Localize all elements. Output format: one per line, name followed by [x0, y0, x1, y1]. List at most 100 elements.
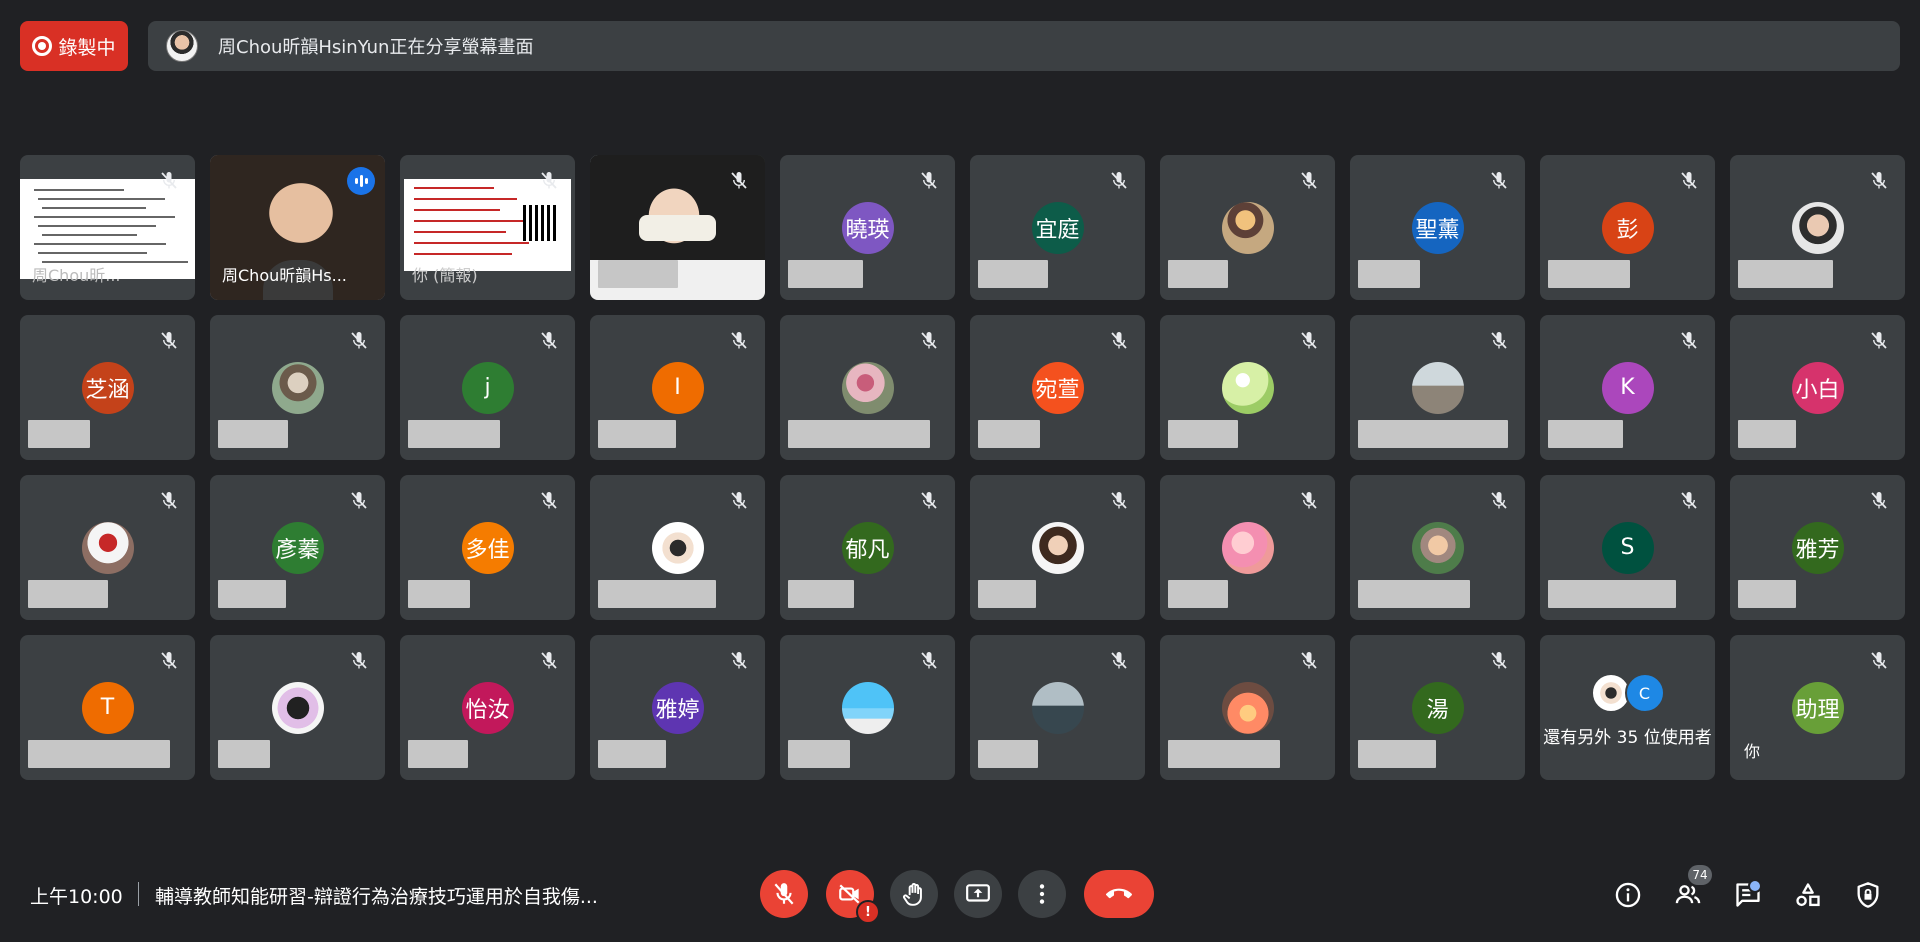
raise-hand-button[interactable] [890, 870, 938, 918]
participant-tile[interactable]: 周Chou昕... [20, 155, 195, 300]
participant-avatar: S [1601, 521, 1654, 574]
participant-tile[interactable] [780, 315, 955, 460]
name-redaction [218, 420, 288, 448]
participant-tile[interactable] [210, 635, 385, 780]
chat-button[interactable] [1726, 873, 1770, 917]
name-redaction [28, 580, 108, 608]
participant-tile[interactable] [1160, 635, 1335, 780]
name-redaction [788, 260, 863, 288]
participant-tile[interactable] [210, 315, 385, 460]
recording-label: 錄製中 [58, 36, 116, 59]
participant-tile[interactable]: 多佳 [400, 475, 575, 620]
participant-tile[interactable]: 聖薰 [1350, 155, 1525, 300]
others-avatar: C [1624, 673, 1665, 713]
participant-tile[interactable]: C 還有另外 35 位使用者 [1540, 635, 1715, 780]
participant-tile[interactable] [1160, 155, 1335, 300]
activities-button[interactable] [1786, 873, 1830, 917]
participant-avatar: 宜庭 [1031, 201, 1084, 254]
participant-photo-avatar [1221, 201, 1274, 254]
participant-tile[interactable] [1160, 315, 1335, 460]
name-redaction [408, 580, 470, 608]
participant-tile[interactable] [1350, 475, 1525, 620]
info-icon [1615, 882, 1641, 908]
mic-off-icon [921, 652, 937, 669]
call-end-icon [1106, 888, 1132, 899]
participant-tile[interactable] [1730, 155, 1905, 300]
mic-off-icon [1491, 492, 1507, 509]
participant-tile[interactable]: 雅芳 [1730, 475, 1905, 620]
participant-photo-avatar [1031, 521, 1084, 574]
participant-tile[interactable]: 彥蓁 [210, 475, 385, 620]
participant-name: 周Chou昕韻Hs... [222, 266, 347, 285]
participant-tile[interactable]: 彭 [1540, 155, 1715, 300]
microphone-toggle-button[interactable] [760, 870, 808, 918]
participant-grid: 周Chou昕... 周Chou昕韻Hs... 你 (簡報) 曉瑛 宜庭 聖薰 彭芝涵 j I 宛萱… [20, 155, 1905, 780]
participant-name: 周Chou昕... [32, 266, 121, 285]
name-redaction [218, 580, 286, 608]
mic-off-icon [774, 883, 794, 905]
participant-tile[interactable] [590, 475, 765, 620]
present-now-button[interactable] [954, 870, 1002, 918]
participant-tile[interactable]: 芝涵 [20, 315, 195, 460]
name-redaction [1168, 580, 1228, 608]
name-redaction [598, 580, 716, 608]
participant-tile[interactable]: 小白 [1730, 315, 1905, 460]
presenter-avatar [166, 30, 198, 62]
participant-tile[interactable] [780, 635, 955, 780]
participant-tile[interactable]: 郁凡 [780, 475, 955, 620]
recording-badge[interactable]: 錄製中 [20, 21, 128, 71]
mic-off-icon [351, 652, 367, 669]
mic-off-icon [1681, 172, 1697, 189]
you-label: 你 [1744, 742, 1761, 761]
mic-off-icon [161, 492, 177, 509]
participant-tile[interactable]: 怡汝 [400, 635, 575, 780]
participant-tile[interactable]: 周Chou昕韻Hs... [210, 155, 385, 300]
more-options-button[interactable] [1018, 870, 1066, 918]
participant-tile[interactable]: 曉瑛 [780, 155, 955, 300]
mic-off-icon [1301, 332, 1317, 349]
mic-off-icon [1301, 652, 1317, 669]
participant-tile[interactable] [970, 475, 1145, 620]
mic-off-icon [1301, 172, 1317, 189]
participant-tile[interactable] [590, 155, 765, 300]
record-icon [32, 36, 53, 56]
participant-tile[interactable]: 宛萱 [970, 315, 1145, 460]
camera-toggle-button[interactable]: ! [826, 870, 880, 924]
participant-tile[interactable] [1160, 475, 1335, 620]
name-redaction [1548, 420, 1623, 448]
mic-off-icon [541, 172, 557, 189]
mic-off-icon [731, 332, 747, 349]
participant-name: 你 (簡報) [412, 266, 478, 285]
name-redaction [1358, 740, 1436, 768]
participant-tile[interactable] [1350, 315, 1525, 460]
participant-tile[interactable]: 雅婷 [590, 635, 765, 780]
meeting-details-button[interactable] [1606, 873, 1650, 917]
participant-tile[interactable]: I [590, 315, 765, 460]
name-redaction [1548, 580, 1676, 608]
participant-tile[interactable] [20, 475, 195, 620]
name-redaction [1358, 260, 1420, 288]
participant-tile[interactable]: K [1540, 315, 1715, 460]
name-redaction [598, 740, 666, 768]
participant-photo-avatar [271, 681, 324, 734]
participant-tile[interactable]: 你 (簡報) [400, 155, 575, 300]
name-redaction [978, 580, 1036, 608]
participant-tile[interactable]: 宜庭 [970, 155, 1145, 300]
participant-photo-avatar [1221, 681, 1274, 734]
mic-off-icon [161, 332, 177, 349]
participant-avatar: 小白 [1791, 361, 1844, 414]
participant-tile[interactable]: 助理你 [1730, 635, 1905, 780]
participant-tile[interactable]: T [20, 635, 195, 780]
leave-call-button[interactable] [1084, 870, 1154, 918]
participants-button[interactable]: 74 [1666, 865, 1712, 917]
participant-tile[interactable]: 湯 [1350, 635, 1525, 780]
host-controls-button[interactable] [1846, 873, 1890, 917]
participant-avatar: 彭 [1601, 201, 1654, 254]
name-redaction [1548, 260, 1630, 288]
more-participants-label: 還有另外 35 位使用者 [1543, 728, 1712, 748]
name-redaction [28, 420, 90, 448]
participant-tile[interactable]: S [1540, 475, 1715, 620]
screen-share-banner: 周Chou昕韻HsinYun正在分享螢幕畫面 [148, 21, 1900, 71]
participant-tile[interactable] [970, 635, 1145, 780]
participant-tile[interactable]: j [400, 315, 575, 460]
